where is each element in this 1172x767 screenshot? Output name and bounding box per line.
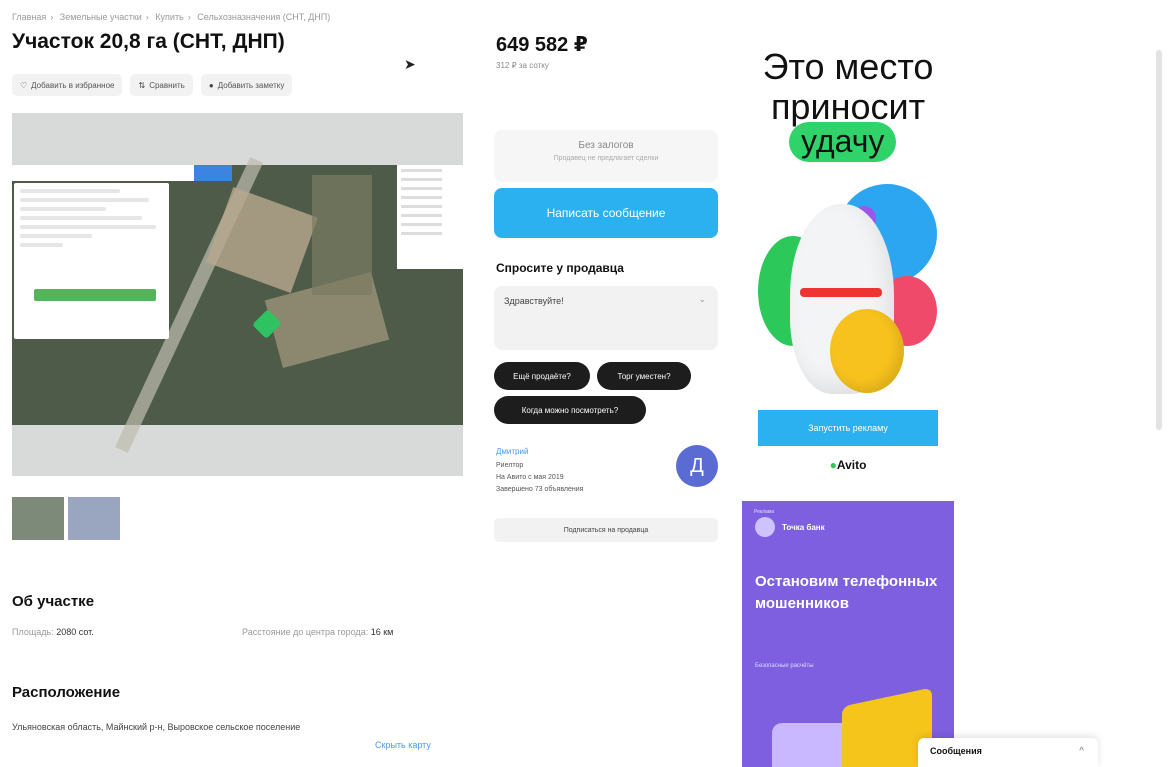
mouse-cursor-icon: ➤ (404, 56, 416, 72)
page-title: Участок 20,8 га (СНТ, ДНП) (12, 30, 285, 53)
address-text: Ульяновская область, Майнский р-н, Выров… (12, 722, 301, 732)
ask-seller-input[interactable]: Здравствуйте! ⌄ (494, 286, 718, 350)
breadcrumb-item[interactable]: Сельхозназначения (СНТ, ДНП) (197, 12, 330, 22)
compare-button[interactable]: ⇅ Сравнить (130, 74, 193, 96)
compare-label: Сравнить (149, 80, 185, 90)
location-heading: Расположение (12, 684, 121, 701)
messages-label: Сообщения (930, 746, 982, 756)
map-field (312, 175, 372, 295)
breadcrumb-item[interactable]: Главная (12, 12, 46, 22)
heart-icon: ♡ (20, 80, 28, 90)
breadcrumb-item[interactable]: Земельные участки (60, 12, 142, 22)
bank-ad-banner[interactable]: Реклама Точка банк Остановим телефонных … (742, 501, 954, 767)
ask-input-value: Здравствуйте! (504, 296, 564, 306)
map-search-button (194, 165, 232, 181)
ask-seller-heading: Спросите у продавца (496, 261, 624, 275)
area-value: 2080 сот. (56, 627, 94, 637)
thumbnail[interactable] (12, 497, 64, 540)
ad-label: Реклама (754, 509, 775, 515)
map-panel-button (34, 289, 156, 301)
quick-question-chip[interactable]: Ещё продаёте? (494, 362, 590, 390)
deposit-title: Без залогов (578, 140, 634, 151)
avito-logo: ●Avito (829, 458, 867, 472)
seller-role: Риелтор (496, 462, 524, 469)
chevron-up-icon[interactable]: ^ (1079, 746, 1084, 757)
note-icon: ● (208, 80, 214, 90)
page-scrollbar[interactable] (1156, 50, 1162, 430)
ad-cta-button[interactable]: Запустить рекламу (758, 410, 938, 446)
map-info-panel (14, 183, 169, 339)
area-param: Площадь: 2080 сот. (12, 627, 94, 637)
distance-param: Расстояние до центра города: 16 км (242, 627, 393, 637)
price: 649 582 ₽ (496, 34, 588, 56)
seller-info: Риелтор На Авито с мая 2019 Завершено 73… (496, 460, 583, 496)
bank-brand: Точка банк (782, 523, 825, 532)
avito-ad-banner[interactable]: Это место приносит удачу Запустить рекла… (742, 26, 954, 490)
lucky-cat-collar (800, 288, 882, 297)
ad-headline-line1: Это место (762, 46, 934, 87)
ad-headline-highlight: удачу (789, 122, 897, 162)
thumbnail[interactable] (68, 497, 120, 540)
distance-value: 16 км (370, 627, 394, 637)
seller-name-link[interactable]: Дмитрий (496, 447, 528, 456)
photo-gallery[interactable] (12, 113, 463, 476)
listing-actions: ♡ Добавить в избранное ⇅ Сравнить ● Доба… (12, 74, 293, 96)
add-note-button[interactable]: ● Добавить заметку (200, 74, 293, 96)
seller-avatar[interactable]: Д (676, 445, 718, 487)
add-favorite-label: Добавить в избранное (31, 80, 115, 90)
gallery-thumbnails (12, 497, 120, 540)
write-message-button[interactable]: Написать сообщение (494, 188, 718, 238)
map-legend (397, 165, 463, 269)
quick-question-chip[interactable]: Торг уместен? (597, 362, 691, 390)
compare-icon: ⇅ (138, 80, 146, 90)
messages-panel[interactable]: Сообщения ^ (918, 738, 1098, 767)
chevron-down-icon[interactable]: ⌄ (698, 294, 706, 305)
area-label: Площадь: (12, 627, 54, 637)
phone-illustration (772, 723, 852, 767)
about-heading: Об участке (12, 593, 95, 610)
gold-coin-image (830, 309, 904, 393)
breadcrumb-item[interactable]: Купить (155, 12, 183, 22)
bank-ad-headline: Остановим телефонных мошенников (755, 573, 938, 612)
deposit-info: Без залогов Продавец не предлагает сделк… (494, 130, 718, 182)
seller-since: На Авито с мая 2019 (496, 474, 564, 481)
breadcrumb: Главная › Земельные участки › Купить › Сель… (12, 12, 331, 22)
add-favorite-button[interactable]: ♡ Добавить в избранное (12, 74, 123, 96)
price-per-unit: 312 ₽ за сотку (496, 61, 549, 70)
map-field (206, 187, 318, 293)
distance-label: Расстояние до центра города: (242, 627, 369, 637)
quick-question-chip[interactable]: Когда можно посмотреть? (494, 396, 646, 424)
toggle-map-link[interactable]: Скрыть карту (375, 740, 431, 750)
seller-completed: Завершено 73 объявления (496, 486, 584, 493)
subscribe-seller-button[interactable]: Подписаться на продавца (494, 518, 718, 542)
deposit-sub: Продавец не предлагает сделки (553, 155, 659, 162)
bank-logo-icon (755, 517, 775, 537)
bank-ad-sub: Безопасные расчёты (755, 663, 814, 669)
satellite-map-photo (12, 157, 463, 453)
avito-logo-text: Avito (836, 458, 867, 472)
add-note-label: Добавить заметку (217, 80, 285, 90)
